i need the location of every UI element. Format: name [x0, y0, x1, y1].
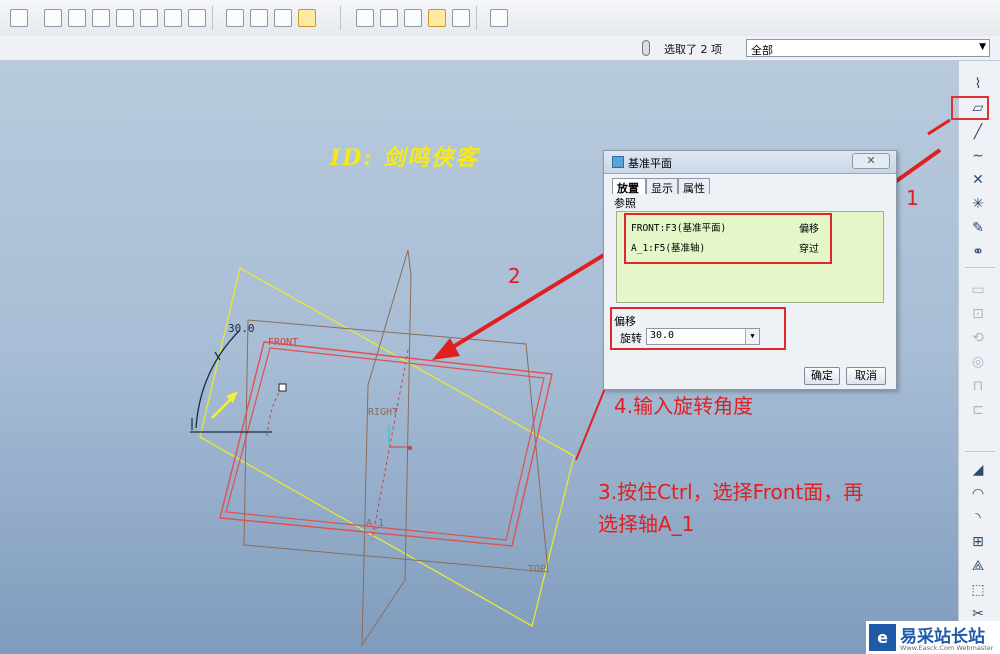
mirror-icon[interactable]: ⟁: [967, 557, 989, 575]
tab-properties[interactable]: 属性: [678, 178, 710, 195]
tab-placement[interactable]: 放置: [612, 178, 646, 195]
close-icon[interactable]: ✕: [852, 153, 890, 169]
site-url: Www.Easck.Com Webmaster: [900, 644, 994, 652]
ok-button[interactable]: 确定: [804, 367, 840, 385]
sketch-icon[interactable]: ✎: [967, 219, 989, 237]
front-plane: [219, 341, 553, 547]
front-label[interactable]: FRONT: [268, 337, 298, 348]
datum-plane-highlight: [951, 96, 989, 120]
datum-plane-dialog: 基准平面 ✕ 放置 显示 属性 参照 FRONT:F3(基准平面) 偏移 A_1…: [603, 150, 897, 390]
dialog-icon: [612, 156, 624, 168]
step-2-label: 2: [508, 264, 521, 288]
feature-toolbar: ⌇▱╱∼✕✳✎⚭▭⊡⟲◎⊓⊏◢◠◝⊞⟁⬚✂⊘: [958, 61, 1000, 654]
references-label: 参照: [614, 197, 636, 210]
datum-point-icon[interactable]: ✕: [967, 171, 989, 189]
toolbar-separator: [965, 267, 995, 268]
step-4-label: 4.输入旋转角度: [614, 394, 754, 418]
datum-curve-icon[interactable]: ∼: [967, 147, 989, 165]
cancel-button[interactable]: 取消: [846, 367, 886, 385]
round-icon[interactable]: ◠: [967, 485, 989, 503]
site-logo: e 易采站长站 Www.Easck.Com Webmaster: [866, 621, 1000, 654]
draft-icon[interactable]: ◢: [967, 461, 989, 479]
pattern-icon[interactable]: ⊞: [967, 533, 989, 551]
merge-icon[interactable]: ⬚: [967, 581, 989, 599]
step-3-line1: 3.按住Ctrl，选择Front面，再: [598, 480, 864, 504]
dialog-titlebar[interactable]: 基准平面 ✕: [604, 151, 896, 174]
step-3-line2: 选择轴A_1: [598, 512, 695, 536]
angle-label: 30.0: [228, 322, 255, 335]
curve-from-equation-icon[interactable]: ⚭: [967, 243, 989, 261]
sweep-icon[interactable]: ⟲: [967, 329, 989, 347]
rib-icon[interactable]: ⊏: [967, 401, 989, 419]
shell-icon[interactable]: ⊓: [967, 377, 989, 395]
datum-axis-icon[interactable]: ╱: [967, 123, 989, 141]
analysis-icon[interactable]: ⌇: [967, 75, 989, 93]
dialog-title: 基准平面: [628, 157, 672, 170]
hole-icon[interactable]: ◎: [967, 353, 989, 371]
annotation-arrow-2: [446, 242, 624, 352]
step-1-label: 1: [906, 186, 919, 210]
rotation-highlight: [610, 307, 786, 350]
drag-handle: [278, 383, 287, 392]
logo-icon: e: [869, 624, 896, 651]
direction-arrow: [211, 397, 233, 419]
chamfer-icon[interactable]: ◝: [967, 509, 989, 527]
axis-a1: [371, 349, 409, 541]
revolve-icon[interactable]: ⊡: [967, 305, 989, 323]
right-label[interactable]: RIGHT: [368, 407, 398, 418]
extrude-icon[interactable]: ▭: [967, 281, 989, 299]
toolbar-separator: [965, 451, 995, 452]
axis-label[interactable]: A_1: [366, 518, 384, 529]
references-highlight: [624, 213, 832, 264]
csys-icon[interactable]: ✳: [967, 195, 989, 213]
top-label[interactable]: TOP: [528, 564, 546, 575]
tab-display[interactable]: 显示: [646, 178, 678, 195]
